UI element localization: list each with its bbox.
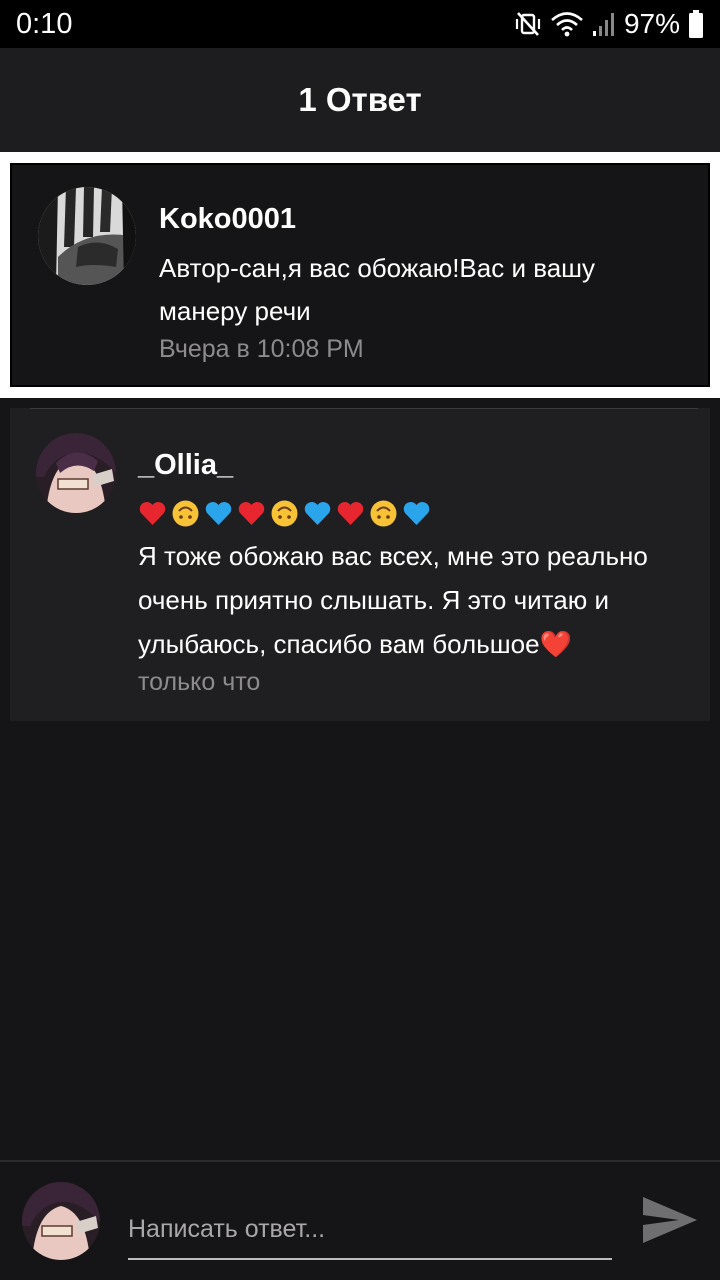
blue-heart-icon [204,499,233,528]
reply-text-line: очень приятно слышать. Я это читаю и [138,585,610,615]
send-button[interactable] [636,1192,704,1252]
reply-author[interactable]: _Ollia_ [138,449,233,482]
red-heart-icon [237,499,266,528]
page-title: 1 Ответ [298,81,422,118]
status-time: 0:10 [16,7,73,40]
upside-down-face-icon [270,499,299,528]
divider [30,408,698,409]
reply-text-line: улыбаюсь, спасибо вам большое❤️ [138,629,572,659]
blue-heart-icon [303,499,332,528]
wifi-icon [550,10,584,38]
emoji-row [138,499,431,528]
status-icons: 97% [514,8,704,40]
vibrate-off-icon [514,10,542,38]
red-heart-icon [138,499,167,528]
signal-icon [592,11,616,37]
original-comment[interactable]: Koko0001 Автор-сан,я вас обожаю!Вас и ва… [0,152,720,398]
reply-composer [0,1160,720,1280]
upside-down-face-icon [171,499,200,528]
reply-input[interactable] [128,1200,612,1260]
upside-down-face-icon [369,499,398,528]
comment-author[interactable]: Koko0001 [159,203,296,236]
comment-timestamp: Вчера в 10:08 PM [159,335,364,363]
status-bar: 0:10 97% [0,0,720,48]
avatar[interactable] [36,433,116,513]
send-icon [641,1195,699,1250]
avatar[interactable] [22,1182,100,1260]
header: 1 Ответ [0,48,720,152]
comment-text-line: манеру речи [159,296,311,326]
reply-timestamp: только что [138,668,261,696]
battery-percent: 97% [623,8,680,39]
original-comment-card: Koko0001 Автор-сан,я вас обожаю!Вас и ва… [10,163,710,387]
battery-icon [688,9,704,39]
red-heart-icon [336,499,365,528]
reply-item[interactable]: _Ollia_ Я тоже обожаю вас всех, мне это … [10,408,710,721]
comment-text-line: Автор-сан,я вас обожаю!Вас и вашу [159,253,596,283]
blue-heart-icon [402,499,431,528]
reply-text-line: Я тоже обожаю вас всех, мне это реально [138,541,648,571]
avatar[interactable] [38,187,136,285]
